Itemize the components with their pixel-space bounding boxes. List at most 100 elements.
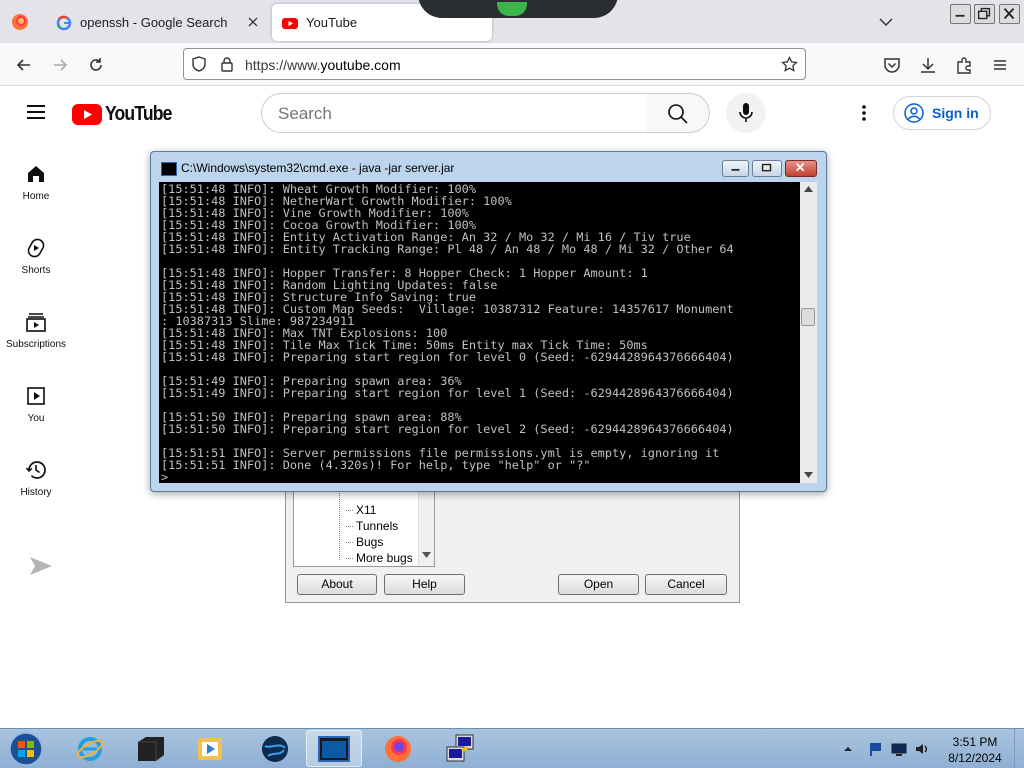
youtube-favicon	[282, 17, 298, 29]
start-button[interactable]	[0, 730, 52, 767]
minimize-icon	[731, 168, 740, 171]
taskbar-internet-explorer[interactable]	[62, 730, 118, 767]
forward-arrow-icon[interactable]	[50, 55, 70, 75]
sidebar-item-shorts[interactable]: Shorts	[0, 237, 72, 276]
tracking-protection-shield-icon[interactable]	[191, 56, 207, 72]
more-options-icon[interactable]	[855, 103, 873, 123]
taskbar-cmd-active[interactable]	[306, 730, 362, 767]
browser-tab-bar: openssh - Google Search YouTube	[0, 0, 1024, 43]
firefox-icon	[385, 735, 411, 762]
search-button[interactable]	[646, 93, 710, 133]
firefox-menu-icon[interactable]	[11, 13, 29, 31]
taskbar: 3:51 PM 8/12/2024	[0, 728, 1024, 768]
url-scheme: https://www.	[245, 57, 321, 73]
browser-nav-bar: https://www.youtube.com	[0, 43, 1024, 86]
show-desktop-button[interactable]	[1014, 729, 1024, 768]
close-tab-icon[interactable]	[246, 15, 260, 29]
extensions-icon[interactable]	[954, 55, 974, 75]
minimize-icon	[955, 14, 965, 17]
downloads-icon[interactable]	[918, 55, 938, 75]
tree-item-x11[interactable]: X11	[345, 503, 376, 517]
clock-date: 8/12/2024	[948, 751, 1002, 765]
sidebar-item-history[interactable]: History	[0, 459, 72, 498]
close-icon	[1003, 7, 1015, 20]
cmd-close-button[interactable]	[785, 160, 817, 177]
taskbar-putty[interactable]	[432, 730, 488, 767]
youtube-logo-icon	[72, 104, 102, 125]
tab-google-title: openssh - Google Search	[80, 15, 228, 30]
taskbar-firefox[interactable]	[370, 730, 426, 767]
category-tree[interactable]: X11 Tunnels Bugs More bugs	[293, 489, 435, 567]
restore-window-button[interactable]	[974, 4, 995, 24]
cmd-window-title: C:\Windows\system32\cmd.exe - java -jar …	[181, 161, 455, 175]
action-center-flag-icon[interactable]	[868, 741, 884, 757]
taskbar-terminal-app[interactable]	[123, 730, 179, 767]
tree-scrollbar[interactable]	[418, 490, 434, 566]
youtube-logo[interactable]: YouTube	[72, 103, 181, 126]
close-window-button[interactable]	[999, 4, 1020, 24]
internet-explorer-icon	[76, 736, 104, 761]
bookmark-star-icon[interactable]	[781, 56, 798, 73]
media-player-icon	[198, 737, 222, 760]
subscriptions-icon	[26, 313, 46, 332]
putty-icon	[446, 734, 474, 761]
show-hidden-icons-icon[interactable]	[843, 744, 853, 754]
sidebar-item-label: You	[27, 413, 45, 424]
cmd-minimize-button[interactable]	[722, 160, 749, 177]
network-monitor-icon[interactable]	[891, 741, 907, 757]
sidebar-item-subscriptions[interactable]: Subscriptions	[0, 311, 72, 350]
back-arrow-icon[interactable]	[14, 55, 34, 75]
cmd-maximize-button[interactable]	[752, 160, 782, 177]
tree-item-more-bugs[interactable]: More bugs	[346, 551, 413, 565]
scroll-up-arrow-icon[interactable]	[804, 186, 813, 192]
sidebar-item-you[interactable]: You	[0, 385, 72, 424]
terminal-box-icon	[138, 736, 164, 761]
search-icon	[668, 104, 688, 124]
windows-start-orb-icon	[9, 731, 43, 766]
tree-item-tunnels[interactable]: Tunnels	[345, 519, 398, 533]
scroll-down-arrow-icon[interactable]	[422, 552, 431, 558]
open-button[interactable]: Open	[558, 574, 639, 595]
console-log-text: [15:51:48 INFO]: Wheat Growth Modifier: …	[161, 182, 734, 483]
console-scrollbar[interactable]	[800, 182, 817, 483]
config-dialog: X11 Tunnels Bugs More bugs About Help Op…	[285, 488, 740, 603]
console-scroll-thumb[interactable]	[801, 308, 815, 326]
console-output[interactable]: [15:51:48 INFO]: Wheat Growth Modifier: …	[159, 182, 800, 483]
url-bar[interactable]: https://www.youtube.com	[183, 48, 806, 80]
sign-in-button[interactable]: Sign in	[893, 96, 991, 130]
send-arrow-icon	[30, 557, 52, 575]
globe-icon	[262, 735, 288, 762]
clock-time: 3:51 PM	[952, 735, 998, 749]
cmd-window[interactable]: C:\Windows\system32\cmd.exe - java -jar …	[150, 151, 827, 492]
list-all-tabs-icon[interactable]	[878, 14, 894, 30]
sidebar-item-home[interactable]: Home	[0, 163, 72, 202]
voice-search-button[interactable]	[726, 93, 766, 133]
url-text: https://www.youtube.com	[245, 57, 401, 73]
about-button[interactable]: About	[297, 574, 377, 595]
reload-icon[interactable]	[86, 55, 106, 75]
cmd-window-icon	[161, 162, 177, 176]
home-icon	[28, 166, 44, 182]
taskbar-clock[interactable]: 3:51 PM 8/12/2024	[940, 734, 1010, 766]
volume-icon[interactable]	[914, 741, 930, 757]
pocket-icon[interactable]	[882, 55, 902, 75]
account-icon	[904, 103, 924, 123]
maximize-icon	[761, 163, 772, 172]
app-menu-icon[interactable]	[990, 55, 1010, 75]
sidebar-item-label: Shorts	[21, 265, 51, 276]
guide-menu-icon[interactable]	[26, 104, 46, 120]
url-host: youtube.com	[320, 57, 401, 73]
lock-icon[interactable]	[219, 56, 235, 72]
you-icon	[27, 387, 45, 405]
tab-google-search[interactable]: openssh - Google Search	[46, 4, 270, 41]
google-icon	[56, 15, 72, 30]
cancel-button[interactable]: Cancel	[645, 574, 727, 595]
help-button[interactable]: Help	[384, 574, 465, 595]
tree-item-bugs[interactable]: Bugs	[345, 535, 383, 549]
scroll-down-arrow-icon[interactable]	[804, 472, 813, 478]
taskbar-network-app[interactable]	[247, 730, 303, 767]
minimize-window-button[interactable]	[950, 4, 971, 24]
taskbar-media-player[interactable]	[182, 730, 238, 767]
restore-icon	[977, 7, 991, 20]
search-input[interactable]: Search	[261, 93, 647, 133]
